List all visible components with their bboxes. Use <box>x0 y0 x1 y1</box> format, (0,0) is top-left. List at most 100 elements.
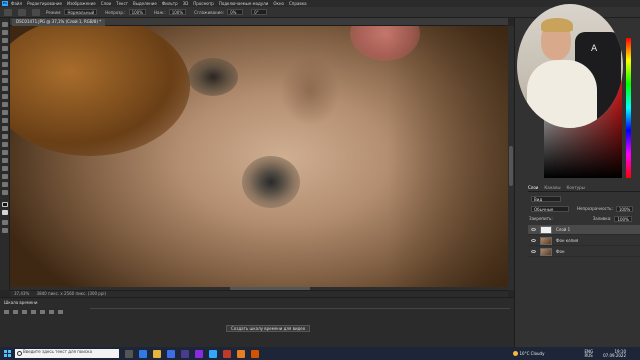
rectangle-tool-icon[interactable] <box>2 166 8 171</box>
layer-row[interactable]: Фон копия <box>528 236 640 246</box>
path-select-tool-icon[interactable] <box>2 158 8 163</box>
lock-label: Закрепить: <box>529 216 553 221</box>
menu-filter[interactable]: Фильтр <box>162 1 178 6</box>
smoothing-field[interactable]: 0% <box>227 9 244 15</box>
clone-stamp-tool-icon[interactable] <box>2 94 8 99</box>
menu-3d[interactable]: 3D <box>183 1 189 6</box>
document-tab-bar: DSC01471.JPG @ 37,1% (Слой 1, RGB/8) * <box>10 18 508 26</box>
crop-tool-icon[interactable] <box>2 54 8 59</box>
store-icon[interactable] <box>167 349 175 358</box>
menu-type[interactable]: Текст <box>116 1 128 6</box>
mode-select[interactable]: Нормальный <box>64 9 98 15</box>
taskbar-search-box[interactable]: Введите здесь текст для поиска <box>15 349 119 358</box>
pen-tool-icon[interactable] <box>2 142 8 147</box>
layer-name: Фон копия <box>556 238 579 243</box>
lasso-tool-icon[interactable] <box>2 38 8 43</box>
hue-slider[interactable] <box>626 38 631 178</box>
type-tool-icon[interactable] <box>2 150 8 155</box>
layer-filter-select[interactable]: Вид <box>531 195 561 202</box>
language-indicator[interactable]: ENG RUS <box>584 349 593 358</box>
blur-tool-icon[interactable] <box>2 126 8 131</box>
fill-field[interactable]: 100% <box>614 215 632 222</box>
firefox-icon[interactable] <box>237 349 245 358</box>
create-video-timeline-button[interactable]: Создать шкалу времени для видео <box>226 325 311 332</box>
layer-name: Фон <box>556 249 565 254</box>
tab-paths[interactable]: Контуры <box>566 185 584 191</box>
background-color-swatch[interactable] <box>2 210 8 215</box>
layer-row[interactable]: Слой 1 <box>528 225 640 235</box>
history-brush-tool-icon[interactable] <box>2 102 8 107</box>
zoom-tool-icon[interactable] <box>2 182 8 187</box>
go-first-frame-icon[interactable] <box>4 310 9 314</box>
menu-select[interactable]: Выделение <box>133 1 157 6</box>
blend-row: Обычные Непрозрачность: 100% <box>528 205 640 212</box>
quick-select-tool-icon[interactable] <box>2 46 8 51</box>
foreground-color-swatch[interactable] <box>2 202 8 207</box>
settings-icon[interactable] <box>49 310 54 314</box>
vertical-scroll-thumb[interactable] <box>509 146 513 186</box>
marquee-tool-icon[interactable] <box>2 30 8 35</box>
menu-layers[interactable]: Слои <box>101 1 111 6</box>
image-canvas[interactable] <box>10 26 508 290</box>
smoothing-label: Сглаживание: <box>194 9 225 15</box>
blend-mode-select[interactable]: Обычные <box>531 205 569 212</box>
dodge-tool-icon[interactable] <box>2 134 8 139</box>
screen-mode-icon[interactable] <box>2 228 8 233</box>
eyedropper-tool-icon[interactable] <box>2 70 8 75</box>
tools-panel <box>0 18 10 290</box>
photoshop-taskbar-icon[interactable] <box>209 349 217 358</box>
visibility-eye-icon[interactable] <box>531 228 536 231</box>
menu-view[interactable]: Просмотр <box>193 1 214 6</box>
clock[interactable]: 19:10 07.09.2022 <box>603 349 626 358</box>
layer-opacity-label: Непрозрачность: <box>577 206 613 211</box>
task-view-icon[interactable] <box>125 349 133 358</box>
recorder-icon[interactable] <box>251 349 259 358</box>
document-tab[interactable]: DSC01471.JPG @ 37,1% (Слой 1, RGB/8) * <box>12 19 106 26</box>
file-explorer-icon[interactable] <box>153 349 161 358</box>
menu-help[interactable]: Справка <box>289 1 307 6</box>
quick-mask-icon[interactable] <box>2 220 8 225</box>
visibility-eye-icon[interactable] <box>531 250 536 253</box>
menu-plugins[interactable]: Подключаемые модули <box>219 1 269 6</box>
menu-edit[interactable]: Редактирование <box>27 1 62 6</box>
angle-field[interactable]: 0° <box>251 9 268 15</box>
layer-row[interactable]: Фон <box>528 247 640 257</box>
visibility-eye-icon[interactable] <box>531 239 536 242</box>
brush-preset-icon[interactable] <box>18 8 26 16</box>
weather-widget[interactable]: 10°C Cloudy <box>512 351 545 356</box>
home-icon[interactable] <box>4 8 12 16</box>
zoom-level[interactable]: 37,43% <box>14 291 29 296</box>
frame-tool-icon[interactable] <box>2 62 8 67</box>
premiere-icon[interactable] <box>195 349 203 358</box>
lightroom-icon[interactable] <box>181 349 189 358</box>
tab-layers[interactable]: Слои <box>528 185 538 191</box>
weather-text: 10°C Cloudy <box>519 351 545 356</box>
split-icon[interactable] <box>58 310 63 314</box>
move-tool-icon[interactable] <box>2 22 8 27</box>
layer-opacity-field[interactable]: 100% <box>615 205 634 212</box>
weather-sun-icon <box>512 351 518 356</box>
gradient-tool-icon[interactable] <box>2 118 8 123</box>
windows-start-icon[interactable] <box>4 350 11 357</box>
menu-window[interactable]: Окно <box>273 1 284 6</box>
brush-settings-icon[interactable] <box>32 8 40 16</box>
brush-tool-icon[interactable] <box>2 86 8 91</box>
layer-thumbnail <box>540 225 552 234</box>
play-icon[interactable] <box>22 310 27 314</box>
hand-tool-icon[interactable] <box>2 174 8 179</box>
photo-shadow <box>388 26 508 290</box>
eraser-tool-icon[interactable] <box>2 110 8 115</box>
menu-file[interactable]: Файл <box>11 1 22 6</box>
previous-frame-icon[interactable] <box>13 310 18 314</box>
edge-icon[interactable] <box>139 349 147 358</box>
audio-icon[interactable] <box>40 310 45 314</box>
tab-channels[interactable]: Каналы <box>544 185 560 191</box>
flow-field[interactable]: 100% <box>168 9 187 15</box>
next-frame-icon[interactable] <box>31 310 36 314</box>
media-app-icon[interactable] <box>223 349 231 358</box>
photo-eye-upper <box>188 58 238 96</box>
opacity-field[interactable]: 100% <box>128 9 146 15</box>
menu-image[interactable]: Изображение <box>67 1 96 6</box>
healing-brush-tool-icon[interactable] <box>2 78 8 83</box>
more-tools-icon[interactable] <box>2 190 8 195</box>
